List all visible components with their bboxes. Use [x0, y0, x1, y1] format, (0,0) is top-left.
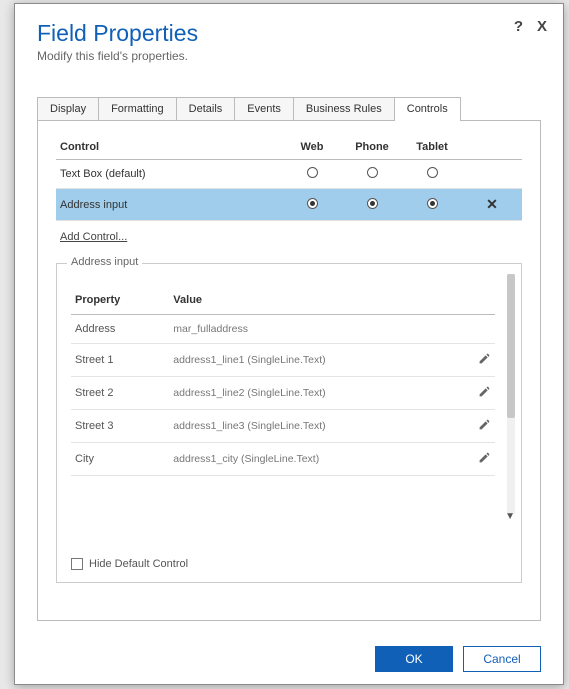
prop-row-address: Address mar_fulladdress — [71, 315, 495, 344]
prop-value: address1_city (SingleLine.Text) — [169, 443, 465, 476]
control-row-textbox[interactable]: Text Box (default) — [56, 160, 522, 189]
prop-name: Street 2 — [71, 377, 169, 410]
dialog-subtitle: Modify this field's properties. — [37, 49, 541, 63]
tab-display[interactable]: Display — [37, 97, 99, 120]
col-tablet: Tablet — [402, 135, 462, 160]
col-property: Property — [71, 286, 169, 315]
hide-default-checkbox[interactable] — [71, 558, 83, 570]
col-web: Web — [282, 135, 342, 160]
control-config-fieldset: Address input Property Value Address mar… — [56, 263, 522, 583]
prop-name: Address — [71, 315, 169, 344]
col-control: Control — [56, 135, 282, 160]
dialog-footer: OK Cancel — [375, 646, 541, 672]
scroll-down-icon[interactable]: ▼ — [505, 511, 515, 522]
prop-value: address1_line3 (SingleLine.Text) — [169, 410, 465, 443]
ok-button[interactable]: OK — [375, 646, 453, 672]
remove-control-icon[interactable]: ✕ — [486, 196, 498, 212]
property-grid: Property Value Address mar_fulladdress S — [71, 286, 495, 476]
col-phone: Phone — [342, 135, 402, 160]
radio-phone[interactable] — [367, 167, 378, 178]
add-control-link[interactable]: Add Control... — [60, 231, 127, 243]
edit-icon[interactable] — [478, 451, 491, 464]
dialog-header: Field Properties Modify this field's pro… — [15, 4, 563, 69]
col-remove — [462, 135, 522, 160]
prop-value: address1_line2 (SingleLine.Text) — [169, 377, 465, 410]
fieldset-body: Property Value Address mar_fulladdress S — [57, 264, 521, 524]
prop-value: mar_fulladdress — [169, 315, 465, 344]
help-icon[interactable]: ? — [514, 18, 523, 35]
col-value: Value — [169, 286, 465, 315]
tab-formatting[interactable]: Formatting — [98, 97, 177, 120]
tab-controls[interactable]: Controls — [394, 97, 461, 120]
radio-web[interactable] — [307, 198, 318, 209]
header-actions: ? X — [514, 18, 547, 35]
field-properties-dialog: Field Properties Modify this field's pro… — [14, 3, 564, 685]
control-name: Text Box (default) — [56, 160, 282, 189]
prop-row-street3: Street 3 address1_line3 (SingleLine.Text… — [71, 410, 495, 443]
edit-icon[interactable] — [478, 385, 491, 398]
radio-web[interactable] — [307, 167, 318, 178]
radio-phone[interactable] — [367, 198, 378, 209]
hide-default-control-wrap[interactable]: Hide Default Control — [71, 558, 188, 570]
control-grid: Control Web Phone Tablet Text Box (defau… — [56, 135, 522, 221]
scrollbar[interactable] — [507, 274, 515, 514]
cancel-button[interactable]: Cancel — [463, 646, 541, 672]
hide-default-label: Hide Default Control — [89, 558, 188, 570]
radio-tablet[interactable] — [427, 167, 438, 178]
controls-panel: Control Web Phone Tablet Text Box (defau… — [37, 121, 541, 621]
tab-events[interactable]: Events — [234, 97, 294, 120]
edit-icon[interactable] — [478, 418, 491, 431]
edit-icon[interactable] — [478, 352, 491, 365]
prop-row-street1: Street 1 address1_line1 (SingleLine.Text… — [71, 344, 495, 377]
dialog-title: Field Properties — [37, 20, 541, 47]
tab-strip: Display Formatting Details Events Busine… — [37, 97, 541, 121]
control-name: Address input — [56, 189, 282, 221]
prop-value: address1_line1 (SingleLine.Text) — [169, 344, 465, 377]
control-row-address-input[interactable]: Address input ✕ — [56, 189, 522, 221]
tab-business-rules[interactable]: Business Rules — [293, 97, 395, 120]
close-icon[interactable]: X — [537, 18, 547, 35]
scrollbar-thumb[interactable] — [507, 274, 515, 418]
prop-name: Street 1 — [71, 344, 169, 377]
tab-details[interactable]: Details — [176, 97, 236, 120]
prop-name: Street 3 — [71, 410, 169, 443]
prop-row-street2: Street 2 address1_line2 (SingleLine.Text… — [71, 377, 495, 410]
prop-name: City — [71, 443, 169, 476]
radio-tablet[interactable] — [427, 198, 438, 209]
prop-row-city: City address1_city (SingleLine.Text) — [71, 443, 495, 476]
